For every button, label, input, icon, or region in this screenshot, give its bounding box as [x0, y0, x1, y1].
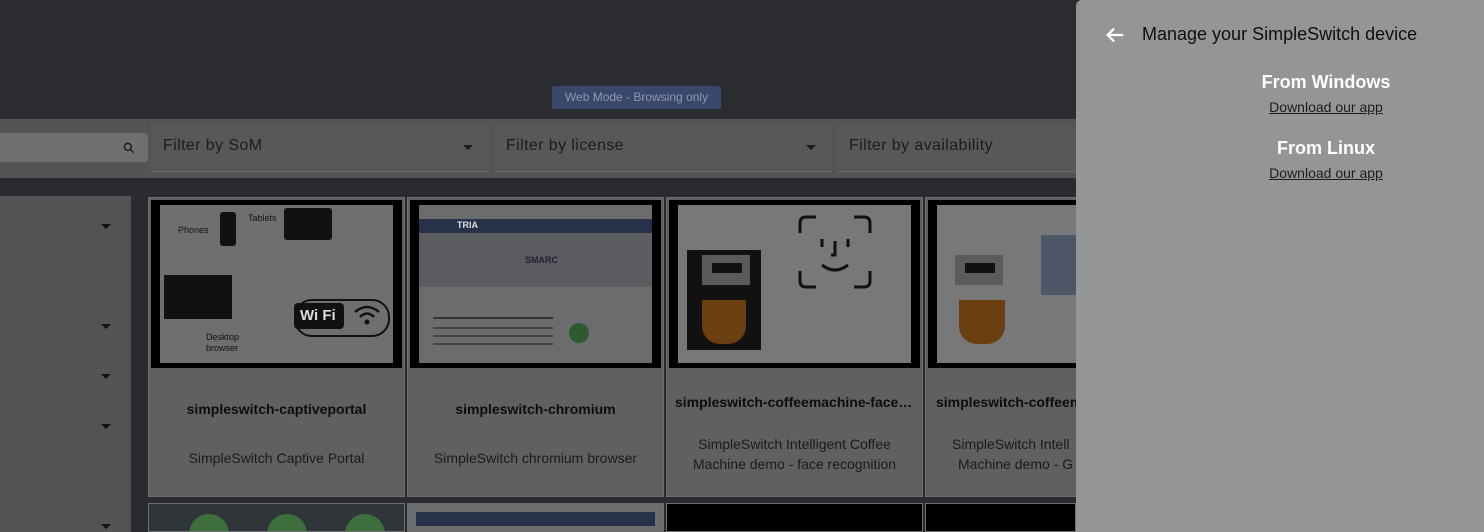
- brand-logo: TRIA: [457, 220, 478, 230]
- windows-section: From Windows Download our app: [1226, 72, 1426, 117]
- thumb-label: Phones: [178, 225, 209, 235]
- panel-title: Manage your SimpleSwitch device: [1142, 24, 1418, 44]
- app-card-row2-4[interactable]: [925, 503, 1076, 532]
- coffee-pot-image: [702, 300, 746, 344]
- caret-down-icon[interactable]: [101, 374, 111, 379]
- card-thumbnail: TRIA SMARC: [410, 200, 661, 368]
- linux-heading: From Linux: [1277, 138, 1375, 158]
- search-icon[interactable]: [122, 141, 136, 155]
- filter-availability-label: Filter by availability: [849, 137, 993, 154]
- card-title: simpleswitch-coffeemachine-faced…: [675, 394, 921, 410]
- filter-som-label: Filter by SoM: [163, 137, 263, 154]
- caret-down-icon[interactable]: [101, 424, 111, 429]
- card-thumbnail: Phones Tablets Wi Fi Desktop browser: [151, 200, 402, 368]
- card-description: SimpleSwitch Captive Portal: [188, 450, 365, 466]
- app-card-row2-2[interactable]: [407, 503, 664, 532]
- app-card-row2-3[interactable]: [666, 503, 923, 532]
- coffee-pot-image: [959, 300, 1005, 344]
- filter-license-select[interactable]: Filter by license: [494, 124, 832, 172]
- desktop-image: [164, 275, 232, 319]
- card-title: simpleswitch-chromium: [455, 401, 616, 417]
- site-header-bar: [419, 219, 652, 233]
- tablet-image: [284, 208, 332, 240]
- phone-image: [220, 212, 236, 246]
- hero-label: SMARC: [525, 255, 558, 265]
- wifi-icon: [354, 305, 380, 325]
- windows-heading: From Windows: [1261, 72, 1391, 92]
- wifi-label: Wi Fi: [300, 307, 336, 324]
- caret-down-icon[interactable]: [101, 224, 111, 229]
- thumb-label: Tablets: [248, 213, 277, 223]
- device-image: [1041, 235, 1081, 295]
- card-thumbnail: [669, 200, 920, 368]
- arrow-left-icon[interactable]: [1104, 24, 1126, 46]
- face-scan-icon: [798, 215, 872, 289]
- caret-down-icon: [463, 145, 473, 150]
- filter-som-select[interactable]: Filter by SoM: [151, 124, 489, 172]
- thumb-label: browser: [206, 343, 239, 353]
- filter-availability-select[interactable]: Filter by availability: [837, 124, 1076, 172]
- linux-section: From Linux Download our app: [1226, 138, 1426, 183]
- download-windows-app-link[interactable]: Download our app: [1269, 99, 1383, 115]
- caret-down-icon[interactable]: [101, 324, 111, 329]
- caret-down-icon[interactable]: [101, 524, 111, 529]
- download-linux-app-link[interactable]: Download our app: [1269, 165, 1383, 181]
- manage-device-panel: Manage your SimpleSwitch device From Win…: [1076, 0, 1484, 532]
- caret-down-icon: [806, 145, 816, 150]
- thumb-label: Desktop: [206, 332, 240, 342]
- app-card-row2-1[interactable]: [148, 503, 405, 532]
- web-mode-badge: Web Mode - Browsing only: [552, 86, 721, 109]
- filter-license-label: Filter by license: [506, 137, 624, 154]
- app-card-coffeemachine-face[interactable]: simpleswitch-coffeemachine-faced… Simple…: [666, 197, 923, 497]
- card-description: SimpleSwitch chromium browser: [433, 450, 638, 466]
- smarc-logo: [569, 323, 589, 343]
- app-card-chromium[interactable]: TRIA SMARC simpleswitch-chromium SimpleS…: [407, 197, 664, 497]
- card-description-line-1: SimpleSwitch Intelligent Coffee: [698, 436, 891, 452]
- sidebar: [0, 196, 131, 532]
- card-title: simpleswitch-captiveportal: [186, 401, 367, 417]
- card-description-line-2: Machine demo - face recognition: [692, 456, 897, 472]
- app-card-captiveportal[interactable]: Phones Tablets Wi Fi Desktop browser sim…: [148, 197, 405, 497]
